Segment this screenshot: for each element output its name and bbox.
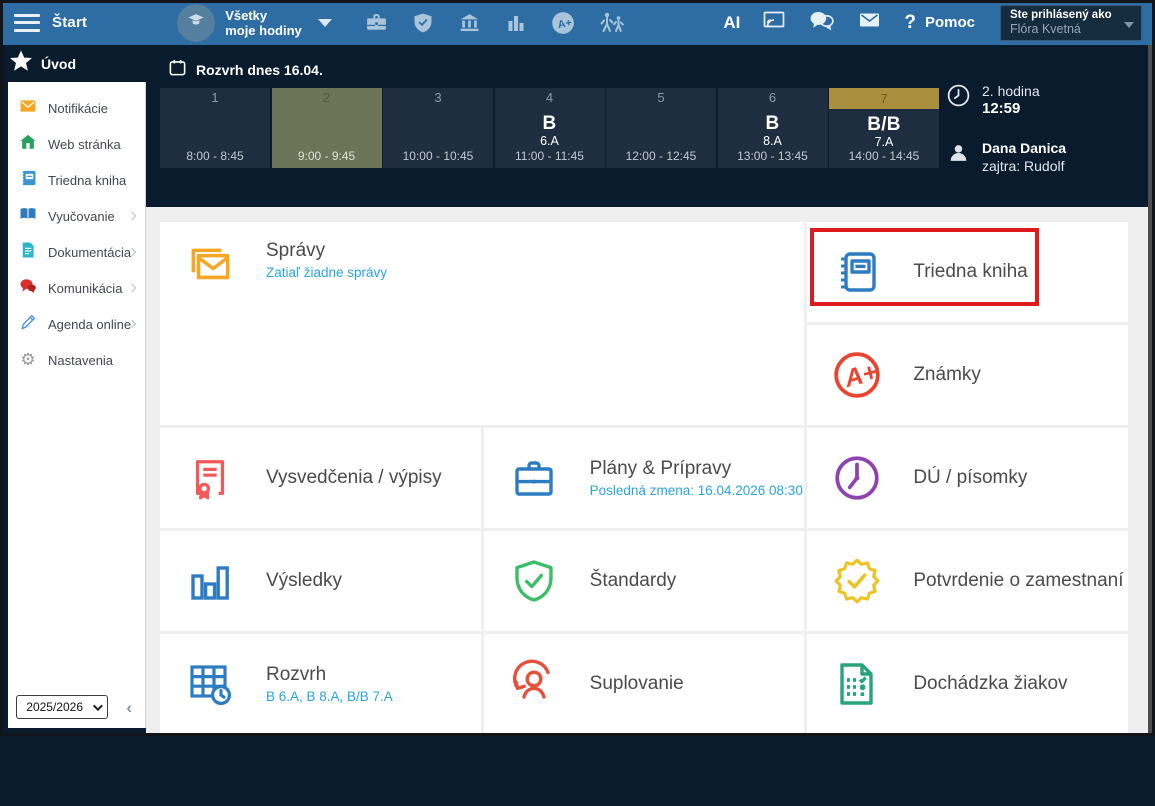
classbook-icon (831, 246, 883, 298)
user-name: Flóra Kvetná (1010, 22, 1123, 36)
gear-icon: ⚙ (19, 351, 37, 369)
envelope-icon (19, 97, 37, 120)
chat-bubbles-icon[interactable] (808, 8, 835, 38)
tile-grades[interactable]: A+ Známky (807, 325, 1128, 425)
tile-certificates[interactable]: Vysvedčenia / výpisy (160, 428, 481, 528)
graduation-cap-icon (186, 10, 206, 35)
shield-check-icon[interactable] (411, 11, 435, 35)
agenda-briefcase-icon[interactable] (364, 10, 389, 35)
logged-in-label: Ste prihlásený ako (1010, 9, 1123, 21)
open-book-icon (19, 205, 37, 228)
mail-icon[interactable] (856, 8, 883, 37)
timetable-grid-clock-icon (184, 658, 236, 710)
bar-chart-icon (184, 555, 236, 607)
tile-substitution[interactable]: Suplovanie (484, 634, 805, 734)
sidebar-item-settings[interactable]: ⚙ Nastavenia (8, 342, 145, 378)
current-lesson-status: 2. hodina 12:59 (946, 83, 1155, 118)
document-icon (19, 241, 37, 264)
scrollbar[interactable] (1148, 45, 1152, 733)
lesson-strip: 1 8:00 - 8:45 2 9:00 - 9:45 3 10:00 - 10… (160, 88, 939, 168)
clock-icon (831, 452, 883, 504)
sidebar-item-teaching[interactable]: Vyučovanie (8, 198, 145, 234)
tile-results[interactable]: Výsledky (160, 531, 481, 631)
notebook-icon (19, 169, 37, 192)
school-year-select[interactable]: 2025/2026 (16, 695, 108, 719)
lesson-cell-7[interactable]: 7 B/B 7.A 14:00 - 14:45 (829, 88, 939, 168)
excursion-walkers-icon[interactable] (598, 10, 626, 36)
results-bars-icon[interactable] (504, 11, 528, 35)
chevron-right-icon (128, 284, 136, 292)
lesson-cell-6[interactable]: 6 B 8.A 13:00 - 13:45 (718, 88, 828, 168)
clock-icon (946, 83, 971, 113)
help-button[interactable]: Pomoc (925, 14, 975, 31)
lesson-cell-5[interactable]: 5 12:00 - 12:45 (606, 88, 716, 168)
messages-icon (184, 240, 236, 292)
pen-icon (19, 313, 37, 336)
lesson-cell-1[interactable]: 1 8:00 - 8:45 (160, 88, 270, 168)
top-bar: Štart Všetky moje hodiny A+ AI (0, 0, 1155, 45)
certificate-icon (184, 452, 236, 504)
lessons-filter-dropdown[interactable]: Všetky moje hodiny (225, 8, 302, 38)
shield-check-icon (508, 555, 560, 607)
star-icon (9, 49, 33, 78)
grades-circle-icon[interactable]: A+ (550, 10, 576, 36)
lesson-cell-2-current[interactable]: 2 9:00 - 9:45 (272, 88, 382, 168)
timetable-classes-link[interactable]: B 6.A, B 8.A, B/B 7.A (266, 689, 393, 704)
sidebar-item-agenda-online[interactable]: Agenda online (8, 306, 145, 342)
schedule-title: Rozvrh dnes 16.04. (196, 62, 323, 78)
person-refresh-icon (508, 658, 560, 710)
attendance-checklist-icon (831, 658, 883, 710)
tile-standards[interactable]: Štandardy (484, 531, 805, 631)
sidebar-item-classbook[interactable]: Triedna kniha (8, 162, 145, 198)
cast-screen-icon[interactable] (761, 8, 787, 37)
duty-teacher-note: zajtra: Rudolf (982, 157, 1066, 175)
tile-attendance[interactable]: Dochádzka žiakov (807, 634, 1128, 734)
today-schedule-panel: Rozvrh dnes 16.04. 1 8:00 - 8:45 2 9:00 … (146, 45, 1155, 207)
dashboard: Správy Zatiaľ žiadne správy Triedna knih… (146, 207, 1155, 736)
svg-text:A+: A+ (557, 16, 573, 30)
chevron-down-icon (93, 701, 103, 711)
sidebar: Úvod Notifikácie Web stránka Triedna kni… (0, 45, 146, 736)
current-time: 12:59 (982, 100, 1040, 118)
tile-homework[interactable]: DÚ / písomky (807, 428, 1128, 528)
grades-a-plus-icon: A+ (831, 349, 883, 401)
duty-teacher-name: Dana Danica (982, 140, 1066, 157)
help-question-icon[interactable]: ? (904, 12, 916, 34)
lessons-filter-avatar[interactable] (177, 4, 215, 42)
duty-teacher-status: Dana Danica zajtra: Rudolf (946, 140, 1155, 175)
messages-status-link[interactable]: Zatiaľ žiadne správy (266, 265, 387, 280)
house-icon (19, 133, 37, 156)
chevron-down-icon[interactable] (318, 19, 332, 27)
tile-messages[interactable]: Správy Zatiaľ žiadne správy (160, 222, 804, 425)
chat-bubbles-icon (19, 277, 37, 300)
seal-check-icon (831, 555, 883, 607)
sidebar-item-website[interactable]: Web stránka (8, 126, 145, 162)
briefcase-icon (508, 452, 560, 504)
tile-plans[interactable]: Plány & Prípravy Posledná zmena: 16.04.2… (484, 428, 805, 528)
ai-button[interactable]: AI (723, 13, 740, 33)
person-icon (946, 140, 971, 170)
institution-icon[interactable] (457, 10, 482, 35)
chevron-right-icon (128, 212, 136, 220)
calendar-icon (168, 58, 187, 82)
chevron-down-icon (1124, 22, 1134, 28)
sidebar-item-documentation[interactable]: Dokumentácia (8, 234, 145, 270)
sidebar-item-communication[interactable]: Komunikácia (8, 270, 145, 306)
start-button[interactable]: Štart (52, 14, 87, 31)
current-lesson-label: 2. hodina (982, 83, 1040, 100)
tile-timetable[interactable]: Rozvrh B 6.A, B 8.A, B/B 7.A (160, 634, 481, 734)
lesson-cell-4[interactable]: 4 B 6.A 11:00 - 11:45 (495, 88, 605, 168)
lesson-cell-3[interactable]: 3 10:00 - 10:45 (383, 88, 493, 168)
plans-last-change-link[interactable]: Posledná zmena: 16.04.2026 08:30 (590, 483, 803, 498)
sidebar-collapse-button[interactable]: ‹ (121, 696, 137, 720)
logged-in-user-dropdown[interactable]: Ste prihlásený ako Flóra Kvetná (1000, 5, 1142, 41)
tile-employment-confirmation[interactable]: Potvrdenie o zamestnaní (807, 531, 1128, 631)
menu-icon[interactable] (14, 14, 40, 32)
sidebar-item-home[interactable]: Úvod (0, 45, 146, 82)
sidebar-item-notifications[interactable]: Notifikácie (8, 90, 145, 126)
tile-classbook[interactable]: Triedna kniha (807, 222, 1128, 322)
